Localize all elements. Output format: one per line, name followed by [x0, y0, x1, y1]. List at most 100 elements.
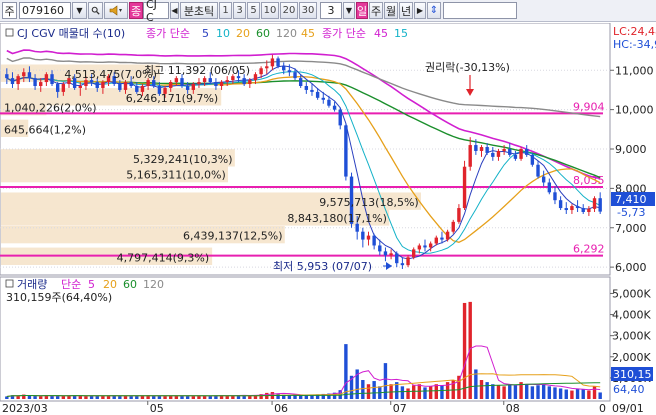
candle-body [553, 192, 557, 201]
volume-bar [180, 395, 184, 399]
candle-body [169, 82, 173, 88]
volume-profile-label: 5,329,241(10,3%) [133, 153, 233, 166]
magnifier-icon [91, 6, 100, 15]
chart-area: 9,904 8,035 6,292 4,513,475(7,0%) 6,246,171… [0, 22, 656, 415]
price-ticks: 11,00010,0009,0008,0007,0006,000 [610, 64, 654, 274]
candle-body [298, 78, 303, 86]
candle-body [118, 84, 122, 90]
volume-bar [496, 385, 501, 399]
volume-profile-label: 1,040,226(2,0%) [4, 102, 97, 115]
volume-profile-label: 5,165,311(10,0%) [126, 169, 226, 182]
link-toggle-button[interactable]: ⇕ [427, 2, 441, 19]
candle-body [287, 70, 292, 73]
price-axis: LC:24,48 HC:-34,9 [613, 25, 656, 51]
legend-bb-label: 종가 단순 [322, 27, 366, 40]
interval-20-label: 20 [282, 5, 296, 16]
candle-body [587, 208, 591, 212]
volume-bar [575, 388, 580, 399]
candle-body [174, 78, 179, 83]
interval-3-button[interactable]: 3 [233, 2, 246, 19]
volume-bar [479, 380, 484, 399]
volume-bar [298, 395, 303, 399]
volume-bar [525, 384, 529, 399]
interval-dropdown-button[interactable]: ▼ [343, 2, 355, 19]
volume-bar [587, 390, 591, 399]
volume-profile-label: 9,575,713(18,5%) [319, 196, 419, 209]
candle-body [22, 72, 26, 77]
period-tick-button[interactable]: 분초틱 [180, 2, 218, 19]
interval-select[interactable]: 3 [320, 2, 342, 19]
interval-1-button[interactable]: 1 [219, 2, 232, 19]
interval-30-button[interactable]: 30 [299, 2, 317, 19]
candle-body [451, 221, 455, 232]
period-week-button[interactable]: 주 [369, 2, 383, 19]
stock-code-input[interactable]: 079160 [19, 2, 71, 19]
candle-body [592, 198, 597, 209]
market-label: 주 [4, 4, 15, 18]
candle-body [55, 84, 60, 92]
current-change: -5,73 [617, 206, 645, 219]
volume-bar [33, 396, 37, 399]
volume-bar [564, 389, 568, 399]
candle-body [293, 72, 297, 79]
candle-body [332, 105, 337, 110]
volume-bar [27, 395, 32, 399]
speaker-icon [109, 5, 122, 16]
candle-body [440, 237, 444, 240]
level-label: 6,292 [573, 243, 605, 256]
interval-5-button[interactable]: 5 [247, 2, 260, 19]
volume-bar [536, 385, 540, 399]
legend-ma20: 20 [236, 27, 250, 40]
candle-body [428, 243, 433, 248]
stock-name-field[interactable]: CJ C [143, 0, 169, 24]
volume-bar [84, 396, 88, 399]
volume-bar [428, 386, 433, 399]
interval-20-button[interactable]: 20 [280, 2, 298, 19]
candle-body [265, 66, 269, 69]
time-tick-label: 07 [393, 402, 407, 415]
candle-body [395, 253, 399, 264]
candle-body [474, 145, 478, 151]
volume-profile-label: 645,664(1,2%) [4, 123, 86, 136]
market-select[interactable]: 주 [2, 2, 17, 19]
period-month-button[interactable]: 월 [384, 2, 398, 19]
volume-bar [276, 393, 280, 399]
volume-profile-label: 4,797,414(9,3%) [117, 251, 210, 264]
volume-legend-ma20: 20 [103, 278, 117, 291]
period-day-button[interactable]: 일 [356, 2, 368, 19]
candle-body [321, 97, 325, 100]
price-tick-label: 9,000 [615, 143, 647, 156]
volume-bar [361, 380, 365, 399]
price-tick-label: 7,000 [615, 222, 647, 235]
price-legend[interactable]: CJ CGV 매물대 수(10) 종가 단순 5 10 20 60 120 45… [5, 27, 408, 40]
code-dropdown-button[interactable]: ▼ [72, 2, 87, 19]
legend-title: CJ CGV 매물대 수(10) [17, 27, 125, 40]
legend-bb-period-2: 45 [374, 27, 388, 40]
candle-body [491, 152, 495, 157]
candle-body [361, 231, 365, 240]
volume-bar [530, 386, 535, 399]
volume-profile-label: 8,843,180(17,1%) [287, 212, 387, 225]
volume-bar [406, 388, 410, 399]
stock-type-chip[interactable]: 종 [129, 2, 143, 19]
volume-bar [513, 385, 518, 399]
volume-pct: 64,40 [613, 383, 645, 396]
volume-bar [462, 302, 467, 399]
sound-button[interactable] [104, 2, 128, 19]
date-input[interactable] [443, 2, 517, 19]
candle-body [417, 245, 422, 250]
stock-code-text: 079160 [22, 4, 64, 17]
candle-body [400, 263, 405, 266]
candle-body [310, 89, 314, 92]
period-year-label: 년 [400, 4, 412, 18]
candle-body [519, 149, 523, 159]
time-tick-label: 06 [274, 402, 288, 415]
candle-body [61, 84, 66, 92]
interval-10-button[interactable]: 10 [261, 2, 279, 19]
candle-body [327, 99, 331, 106]
volume-tick-label: 3,000K [612, 330, 651, 343]
period-prev-button[interactable]: ◀ [170, 2, 179, 19]
period-next-button[interactable]: ▶ [414, 2, 426, 19]
search-button[interactable] [88, 2, 103, 19]
period-year-button[interactable]: 년 [399, 2, 413, 19]
